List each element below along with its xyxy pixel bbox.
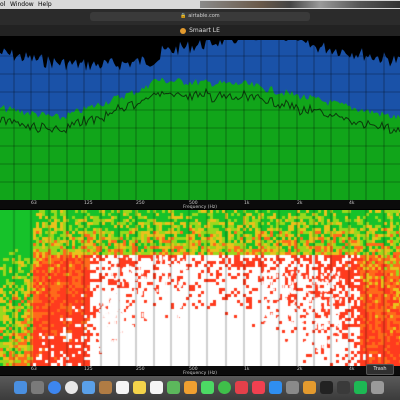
launchpad-icon[interactable] <box>31 381 44 394</box>
spectrogram-canvas <box>0 210 400 366</box>
safari-icon[interactable] <box>48 381 61 394</box>
activity-icon[interactable] <box>337 381 350 394</box>
menubar-thumbnails <box>200 1 400 8</box>
terminal-icon[interactable] <box>320 381 333 394</box>
mail-icon[interactable] <box>82 381 95 394</box>
lock-icon: 🔒 <box>180 13 189 19</box>
notes-icon[interactable] <box>133 381 146 394</box>
spotify-icon[interactable] <box>354 381 367 394</box>
preferences-icon[interactable] <box>286 381 299 394</box>
music-icon[interactable] <box>252 381 265 394</box>
calendar-icon[interactable] <box>116 381 129 394</box>
dock <box>0 376 400 400</box>
address-bar[interactable]: 🔒 airtable.com <box>90 12 310 21</box>
window-title: Smaart LE <box>189 27 220 34</box>
smaart-app-icon <box>180 27 187 34</box>
news-icon[interactable] <box>235 381 248 394</box>
contacts-icon[interactable] <box>99 381 112 394</box>
reminders-icon[interactable] <box>150 381 163 394</box>
menu-item-help[interactable]: Help <box>38 0 52 9</box>
chrome-icon[interactable] <box>65 381 78 394</box>
spectrogram-plot[interactable] <box>0 210 400 366</box>
messages-icon[interactable] <box>201 381 214 394</box>
spectrum-frequency-axis: 63 125 250 500 1k 2k 4k Frequency (Hz) <box>0 200 400 210</box>
window-titlebar: Smaart LE <box>0 25 400 36</box>
trash-dock-icon[interactable] <box>371 381 384 394</box>
spectrogram-frequency-axis: 63 125 250 500 1k 2k 4k Frequency (Hz) <box>0 366 400 376</box>
url-text: airtable.com <box>188 13 220 19</box>
spectrum-svg <box>0 38 400 200</box>
maps-icon[interactable] <box>167 381 180 394</box>
facetime-icon[interactable] <box>218 381 231 394</box>
menu-item-window[interactable]: Window <box>10 0 34 9</box>
spectrum-plot[interactable] <box>0 38 400 200</box>
menu-item-view[interactable]: ol <box>0 0 5 9</box>
smaart-icon[interactable] <box>303 381 316 394</box>
appstore-icon[interactable] <box>269 381 282 394</box>
photos-icon[interactable] <box>184 381 197 394</box>
finder-icon[interactable] <box>14 381 27 394</box>
trash-button[interactable]: Trash <box>366 364 394 375</box>
menu-bar: ol Window Help <box>0 0 400 9</box>
